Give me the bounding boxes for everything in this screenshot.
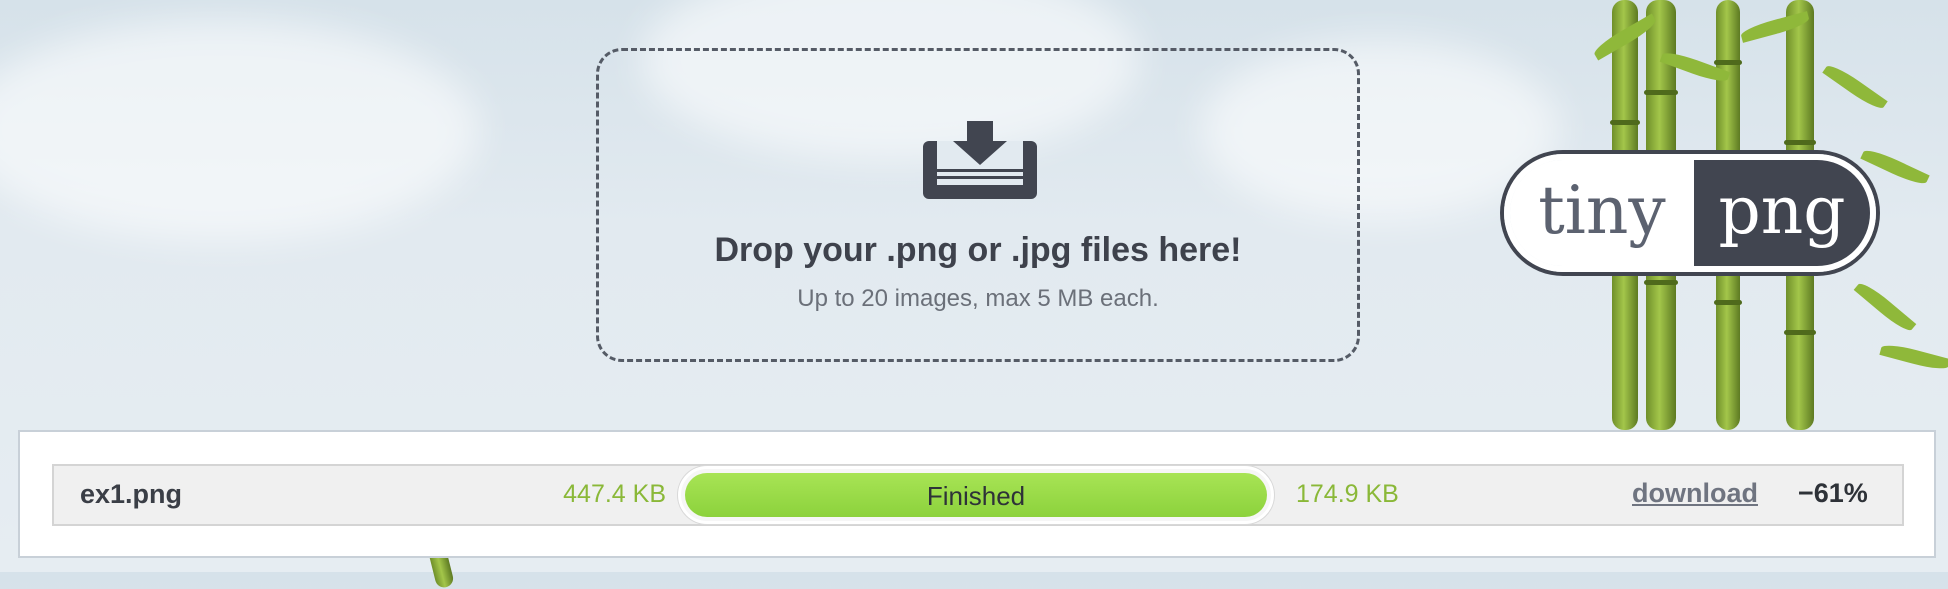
results-panel: ex1.png 447.4 KB Finished 174.9 KB downl… — [18, 430, 1936, 558]
file-name: ex1.png — [80, 479, 183, 509]
file-dropzone[interactable]: Drop your .png or .jpg files here! Up to… — [596, 48, 1360, 362]
original-size: 447.4 KB — [563, 480, 666, 508]
dropzone-title: Drop your .png or .jpg files here! — [714, 231, 1242, 269]
logo-left-text: tiny — [1510, 160, 1694, 266]
progress-status: Finished — [926, 481, 1026, 511]
savings-percent: −61% — [1798, 478, 1868, 508]
compressed-size: 174.9 KB — [1296, 480, 1399, 508]
download-link[interactable]: download — [1632, 478, 1758, 509]
dropzone-subtitle: Up to 20 images, max 5 MB each. — [797, 285, 1159, 312]
progress-bar: Finished — [678, 466, 1274, 524]
download-tray-icon — [923, 121, 1037, 199]
result-row: ex1.png 447.4 KB Finished 174.9 KB downl… — [52, 464, 1904, 526]
logo-right-text: png — [1694, 160, 1870, 266]
tinypng-logo: tiny png — [1504, 154, 1876, 272]
cloud-decoration — [0, 20, 480, 240]
